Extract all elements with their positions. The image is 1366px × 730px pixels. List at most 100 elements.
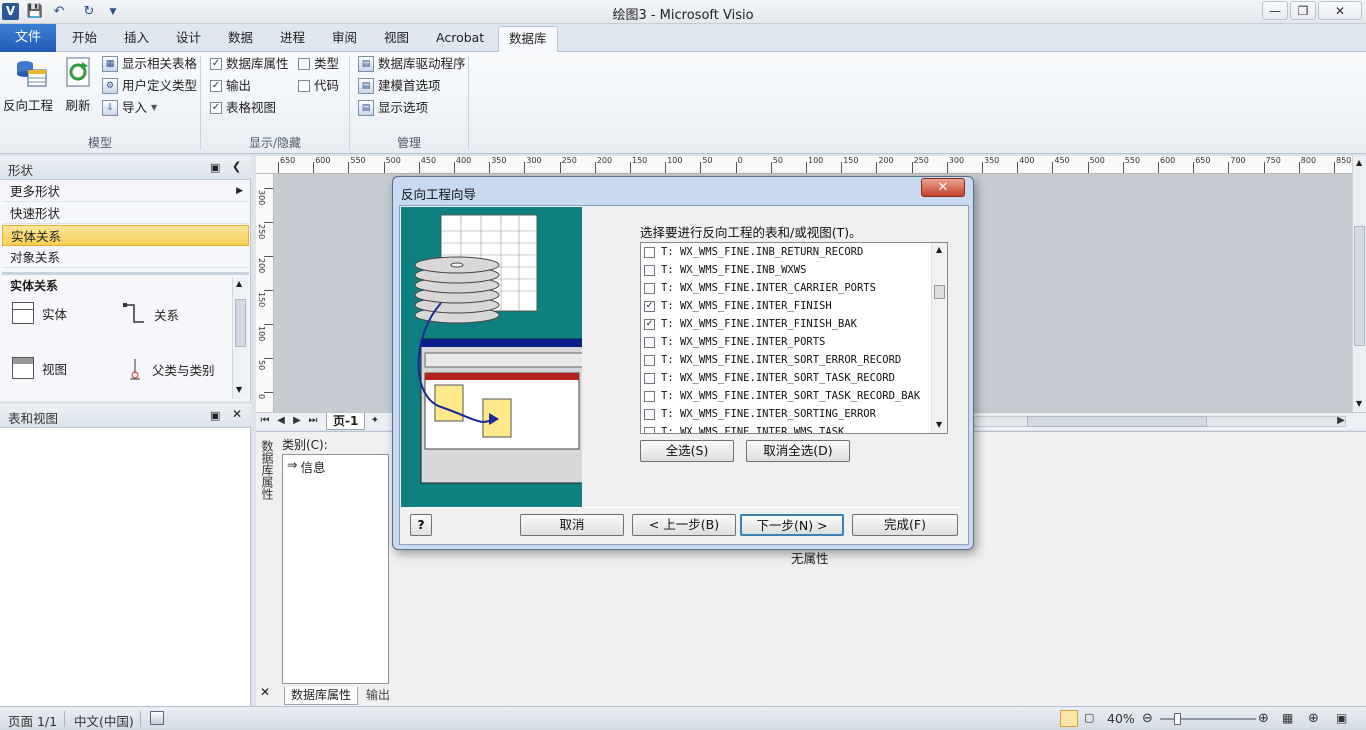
fit-page-icon[interactable]: ▦: [1282, 711, 1293, 725]
finish-button[interactable]: 完成(F): [852, 514, 958, 536]
tab-file[interactable]: 文件: [0, 24, 56, 52]
zoom-slider-thumb[interactable]: [1174, 713, 1181, 725]
checkbox-checked[interactable]: ✓: [210, 58, 222, 70]
deselect-all-button[interactable]: 取消全选(D): [746, 440, 850, 462]
collapse-pane-icon[interactable]: ❮: [232, 160, 241, 173]
table-row[interactable]: T: WX_WMS_FINE.INTER_CARRIER_PORTS: [644, 279, 876, 297]
pane-restore-icon[interactable]: ▣: [210, 161, 220, 174]
entity-relationship-stencil[interactable]: 实体关系: [2, 225, 249, 246]
zoom-level[interactable]: 40%: [1107, 711, 1135, 726]
table-checkbox[interactable]: [644, 354, 655, 366]
tab-review[interactable]: 审阅: [322, 26, 367, 52]
display-options-button[interactable]: ▤ 显示选项: [358, 98, 428, 118]
more-shapes-menu[interactable]: 更多形状 ▶: [2, 181, 249, 202]
list-scrollbar[interactable]: ▲ ▼: [931, 243, 947, 433]
table-row[interactable]: T: WX_WMS_FINE.INB_RETURN_RECORD: [644, 243, 863, 261]
stencil-scrollbar[interactable]: ▲ ▼: [232, 277, 248, 399]
canvas-vertical-scrollbar[interactable]: ▲ ▼: [1352, 156, 1366, 412]
checkbox-checked[interactable]: ✓: [210, 102, 222, 114]
table-checkbox[interactable]: [644, 372, 655, 384]
database-drivers-button[interactable]: ▤ 数据库驱动程序: [358, 54, 466, 74]
reverse-engineer-button[interactable]: 反向工程: [3, 56, 56, 114]
table-row[interactable]: T: WX_WMS_FINE.INTER_PORTS: [644, 333, 825, 351]
table-checkbox[interactable]: [644, 390, 655, 402]
scroll-thumb[interactable]: [1027, 416, 1207, 427]
entity-shape[interactable]: 实体: [12, 302, 67, 324]
scroll-right-icon[interactable]: ▶: [1334, 414, 1348, 428]
checkbox-checked[interactable]: ✓: [210, 80, 222, 92]
first-page-icon[interactable]: ⏮: [258, 414, 272, 428]
close-pane-icon[interactable]: ✕: [232, 407, 242, 421]
language-status[interactable]: 中文(中国): [74, 711, 134, 730]
dialog-help-button[interactable]: ?: [410, 514, 432, 536]
table-row[interactable]: ✓ T: WX_WMS_FINE.INTER_FINISH_BAK: [644, 315, 857, 333]
tab-database[interactable]: 数据库: [498, 26, 558, 52]
prev-page-icon[interactable]: ◀: [274, 414, 288, 428]
view-shape[interactable]: 视图: [12, 357, 67, 379]
table-row[interactable]: T: WX_WMS_FINE.INTER_SORTING_ERROR: [644, 405, 876, 423]
code-checkbox[interactable]: 代码: [298, 76, 339, 96]
user-defined-types-button[interactable]: ⚙ 用户定义类型: [102, 76, 197, 96]
scroll-thumb[interactable]: [1354, 226, 1365, 346]
table-row[interactable]: T: WX_WMS_FINE.INB_WXWS: [644, 261, 806, 279]
cancel-button[interactable]: 取消: [520, 514, 624, 536]
table-checkbox[interactable]: [644, 336, 655, 348]
scroll-down-icon[interactable]: ▼: [1356, 399, 1362, 408]
dialog-close-button[interactable]: ✕: [921, 178, 965, 197]
macro-record-icon[interactable]: [150, 711, 164, 725]
quick-shapes-stencil[interactable]: 快速形状: [2, 203, 249, 224]
output-checkbox[interactable]: ✓ 输出: [210, 76, 251, 96]
next-button[interactable]: 下一步(N) >: [740, 514, 844, 536]
normal-view-icon[interactable]: [1060, 710, 1078, 727]
import-button[interactable]: ⇩ 导入 ▼: [102, 98, 157, 118]
modeling-preferences-button[interactable]: ▤ 建模首选项: [358, 76, 441, 96]
scroll-up-icon[interactable]: ▲: [936, 245, 942, 254]
tab-data[interactable]: 数据: [218, 26, 263, 52]
show-related-tables-button[interactable]: ▦ 显示相关表格: [102, 54, 197, 74]
relationship-shape[interactable]: 关系: [122, 302, 179, 326]
pan-zoom-icon[interactable]: ⊕: [1308, 711, 1319, 726]
pane-splitter[interactable]: [2, 272, 249, 275]
back-button[interactable]: < 上一步(B): [632, 514, 736, 536]
table-row[interactable]: T: WX_WMS_FINE.INTER_WMS_TASK: [644, 423, 844, 433]
category-shape[interactable]: 父类与类别: [126, 357, 215, 381]
types-checkbox[interactable]: 类型: [298, 54, 339, 74]
db-properties-checkbox[interactable]: ✓ 数据库属性: [210, 54, 289, 74]
tab-insert[interactable]: 插入: [114, 26, 159, 52]
checkbox-unchecked[interactable]: [298, 80, 310, 92]
tab-output[interactable]: 输出: [360, 687, 396, 705]
tab-process[interactable]: 进程: [270, 26, 315, 52]
zoom-out-icon[interactable]: ⊖: [1142, 711, 1153, 726]
scroll-up-icon[interactable]: ▲: [1356, 158, 1362, 167]
table-checkbox[interactable]: ✓: [644, 300, 655, 312]
insert-page-icon[interactable]: ✦: [368, 414, 382, 428]
category-list[interactable]: ⇒ 信息: [282, 454, 389, 684]
table-row[interactable]: T: WX_WMS_FINE.INTER_SORT_ERROR_RECORD: [644, 351, 901, 369]
category-item-info[interactable]: ⇒ 信息: [287, 457, 326, 476]
next-page-icon[interactable]: ▶: [290, 414, 304, 428]
tab-home[interactable]: 开始: [62, 26, 107, 52]
last-page-icon[interactable]: ⏭: [306, 414, 320, 428]
switch-windows-icon[interactable]: ▣: [1336, 711, 1347, 725]
maximize-button[interactable]: ❐: [1290, 1, 1316, 20]
scroll-thumb[interactable]: [934, 285, 945, 299]
zoom-in-icon[interactable]: ⊕: [1258, 711, 1269, 726]
refresh-button[interactable]: 刷新: [62, 56, 94, 114]
tab-database-properties[interactable]: 数据库属性: [284, 687, 359, 705]
tab-acrobat[interactable]: Acrobat: [426, 26, 494, 52]
table-checkbox[interactable]: [644, 408, 655, 420]
close-window-icon[interactable]: ✕: [260, 685, 270, 699]
table-checkbox[interactable]: ✓: [644, 318, 655, 330]
object-relational-stencil[interactable]: 对象关系: [2, 247, 249, 268]
checkbox-unchecked[interactable]: [298, 58, 310, 70]
page-number-status[interactable]: 页面 1/1: [8, 711, 57, 730]
scroll-down-icon[interactable]: ▼: [936, 420, 942, 429]
tab-design[interactable]: 设计: [166, 26, 211, 52]
table-row[interactable]: ✓ T: WX_WMS_FINE.INTER_FINISH: [644, 297, 832, 315]
tab-view[interactable]: 视图: [374, 26, 419, 52]
table-row[interactable]: T: WX_WMS_FINE.INTER_SORT_TASK_RECORD: [644, 369, 895, 387]
table-checkbox[interactable]: [644, 246, 655, 258]
scroll-down-icon[interactable]: ▼: [236, 385, 242, 394]
scroll-up-icon[interactable]: ▲: [236, 279, 242, 288]
table-checkbox[interactable]: [644, 282, 655, 294]
